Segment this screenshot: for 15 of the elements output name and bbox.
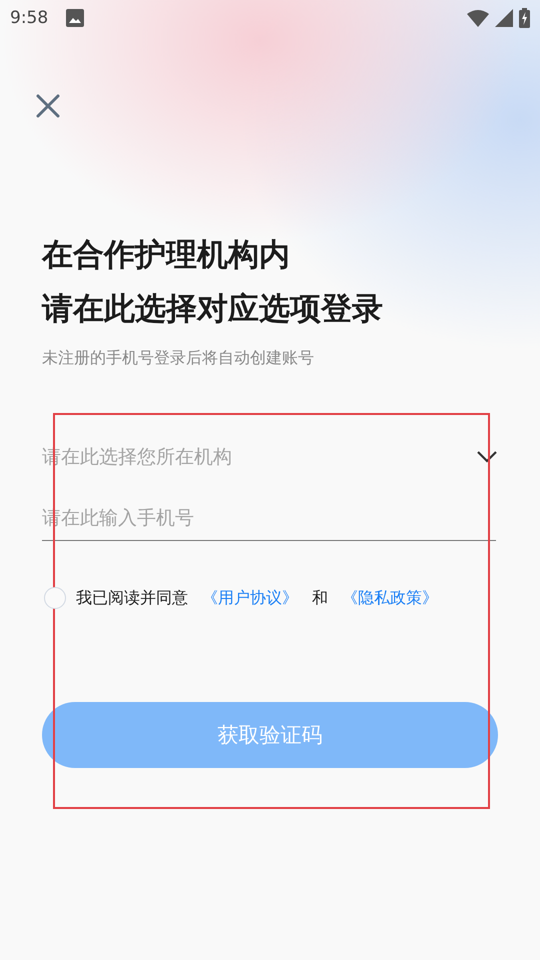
signal-icon [495,9,513,27]
wifi-icon [467,9,489,27]
chevron-down-icon [476,450,498,464]
agreement-text: 我已阅读并同意 [76,588,188,608]
subtitle: 未注册的手机号登录后将自动创建账号 [42,348,315,369]
user-agreement-link[interactable]: 《用户协议》 [202,588,298,608]
agreement-checkbox[interactable] [44,587,66,609]
close-button[interactable] [34,92,62,120]
conjunction-text: 和 [312,588,328,608]
image-icon [66,9,84,27]
page-title: 请在此选择对应选项登录 [42,290,384,329]
battery-icon [519,8,530,28]
status-time: 9:58 [10,8,48,28]
privacy-policy-link[interactable]: 《隐私政策》 [342,588,438,608]
page-title: 在合作护理机构内 [42,236,291,275]
